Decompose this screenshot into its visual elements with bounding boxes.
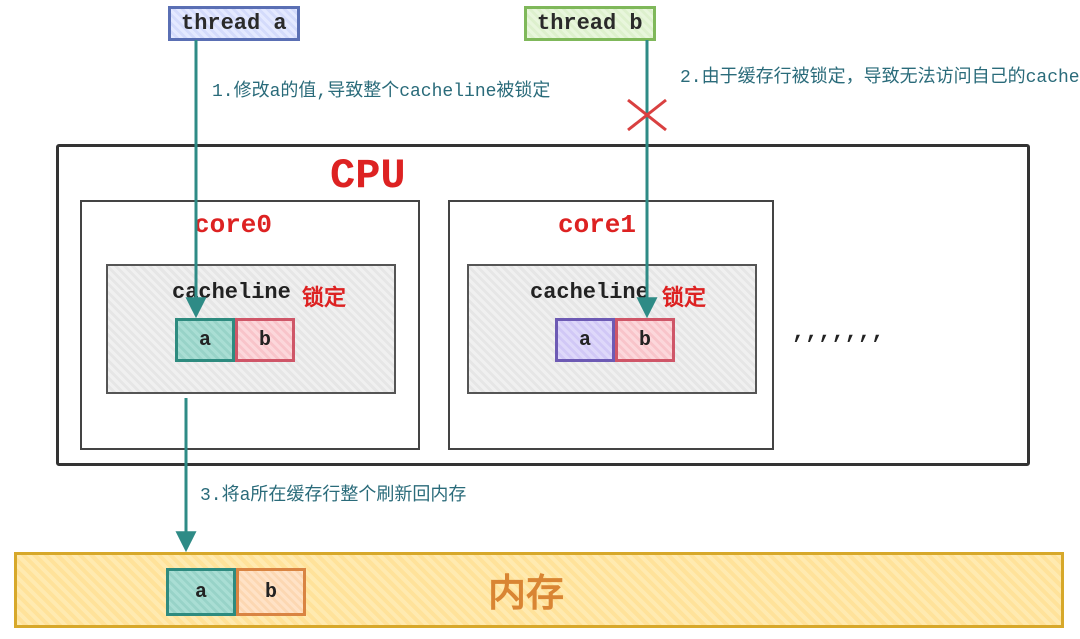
annotation-step2: 2.由于缓存行被锁定，导致无法访问自己的cacheline中b xyxy=(680,62,1080,88)
diagram-root: thread a thread b 1.修改a的值,导致整个cacheline被… xyxy=(0,0,1080,639)
core0-locked-label: 锁定 xyxy=(302,280,346,312)
core0-title: core0 xyxy=(194,210,272,240)
annotation-step1: 1.修改a的值,导致整个cacheline被锁定 xyxy=(212,76,550,102)
core1-cacheline-label: cacheline xyxy=(530,280,649,305)
core1-cell-b: b xyxy=(615,318,675,362)
core0-cell-b: b xyxy=(235,318,295,362)
blocked-cross-icon xyxy=(628,100,666,130)
core1-cell-a: a xyxy=(555,318,615,362)
thread-b-box: thread b xyxy=(524,6,656,41)
core0-cell-a: a xyxy=(175,318,235,362)
thread-a-box: thread a xyxy=(168,6,300,41)
core0-cacheline-label: cacheline xyxy=(172,280,291,305)
core1-title: core1 xyxy=(558,210,636,240)
cores-ellipsis: ,,,,,,, xyxy=(792,320,884,345)
core1-locked-label: 锁定 xyxy=(662,280,706,312)
annotation-step3: 3.将a所在缓存行整个刷新回内存 xyxy=(200,480,466,506)
thread-a-label: thread a xyxy=(181,11,287,36)
thread-b-label: thread b xyxy=(537,11,643,36)
cpu-title: CPU xyxy=(330,152,406,200)
memory-cell-b: b xyxy=(236,568,306,616)
memory-title: 内存 xyxy=(488,562,564,618)
memory-cell-a: a xyxy=(166,568,236,616)
